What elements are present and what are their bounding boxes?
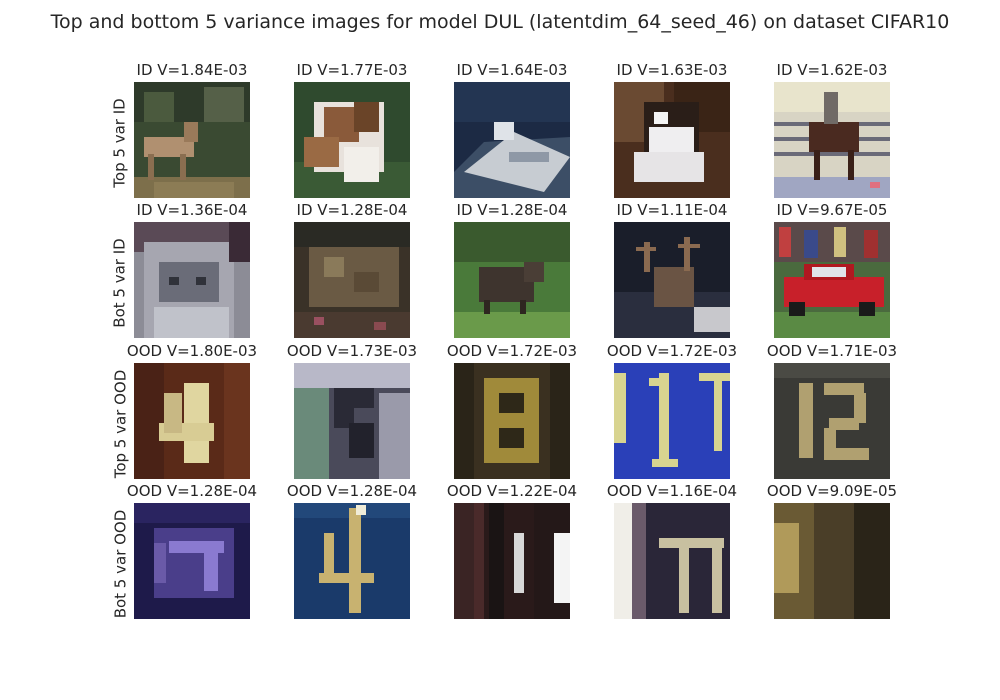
variance-label: OOD V=1.72E-03 xyxy=(606,342,738,360)
image-cell: OOD V=1.71E-03 xyxy=(752,341,912,481)
image-cell: ID V=9.67E-05 xyxy=(752,200,912,340)
image-digit-partial xyxy=(774,503,890,619)
variance-label: ID V=1.36E-04 xyxy=(136,201,248,219)
image-cell: ID V=1.84E-03 xyxy=(112,60,272,200)
variance-label: OOD V=1.28E-04 xyxy=(126,482,258,500)
image-digit-4 xyxy=(134,363,250,479)
image-frog xyxy=(294,222,410,338)
image-digit-5 xyxy=(294,363,410,479)
variance-label: OOD V=1.80E-03 xyxy=(126,342,258,360)
variance-label: ID V=1.62E-03 xyxy=(776,61,888,79)
variance-label: ID V=1.63E-03 xyxy=(616,61,728,79)
image-dog-2 xyxy=(614,82,730,198)
image-red-car xyxy=(774,222,890,338)
image-cell: ID V=1.28E-04 xyxy=(272,200,432,340)
variance-label: OOD V=1.72E-03 xyxy=(446,342,578,360)
image-digit-7 xyxy=(134,503,250,619)
variance-label: OOD V=9.09E-05 xyxy=(766,482,898,500)
figure-title: Top and bottom 5 variance images for mod… xyxy=(50,11,950,33)
image-cell: OOD V=1.72E-03 xyxy=(432,341,592,481)
variance-label: ID V=1.28E-04 xyxy=(456,201,568,219)
variance-label: OOD V=1.73E-03 xyxy=(286,342,418,360)
image-deer xyxy=(134,82,250,198)
variance-label: OOD V=1.71E-03 xyxy=(766,342,898,360)
image-cell: ID V=1.63E-03 xyxy=(592,60,752,200)
variance-label: ID V=1.77E-03 xyxy=(296,61,408,79)
image-digit-6 xyxy=(454,363,570,479)
variance-label: ID V=1.11E-04 xyxy=(616,201,728,219)
image-cell: ID V=1.11E-04 xyxy=(592,200,752,340)
image-boat xyxy=(454,82,570,198)
image-cell: ID V=1.28E-04 xyxy=(432,200,592,340)
image-cell: OOD V=1.28E-04 xyxy=(112,481,272,621)
image-digit-4-blue xyxy=(294,503,410,619)
variance-label: ID V=1.28E-04 xyxy=(296,201,408,219)
variance-label: OOD V=1.22E-04 xyxy=(446,482,578,500)
image-cat xyxy=(134,222,250,338)
image-cell: OOD V=1.16E-04 xyxy=(592,481,752,621)
image-dog xyxy=(294,82,410,198)
variance-label: OOD V=1.28E-04 xyxy=(286,482,418,500)
variance-label: ID V=1.84E-03 xyxy=(136,61,248,79)
variance-label: ID V=9.67E-05 xyxy=(776,201,888,219)
image-cell: ID V=1.64E-03 xyxy=(432,60,592,200)
variance-label: ID V=1.64E-03 xyxy=(456,61,568,79)
image-cell: ID V=1.77E-03 xyxy=(272,60,432,200)
image-digits-517 xyxy=(614,363,730,479)
image-cell: ID V=1.36E-04 xyxy=(112,200,272,340)
image-cell: ID V=1.62E-03 xyxy=(752,60,912,200)
image-digits-77 xyxy=(614,503,730,619)
image-cell: OOD V=1.80E-03 xyxy=(112,341,272,481)
image-cell: OOD V=9.09E-05 xyxy=(752,481,912,621)
variance-label: OOD V=1.16E-04 xyxy=(606,482,738,500)
image-cell: OOD V=1.22E-04 xyxy=(432,481,592,621)
image-cell: OOD V=1.28E-04 xyxy=(272,481,432,621)
image-digit-1 xyxy=(454,503,570,619)
image-animal-grass xyxy=(454,222,570,338)
image-digits-12 xyxy=(774,363,890,479)
image-cell: OOD V=1.72E-03 xyxy=(592,341,752,481)
image-horse-rider xyxy=(774,82,890,198)
image-cell: OOD V=1.73E-03 xyxy=(272,341,432,481)
image-deer-2 xyxy=(614,222,730,338)
